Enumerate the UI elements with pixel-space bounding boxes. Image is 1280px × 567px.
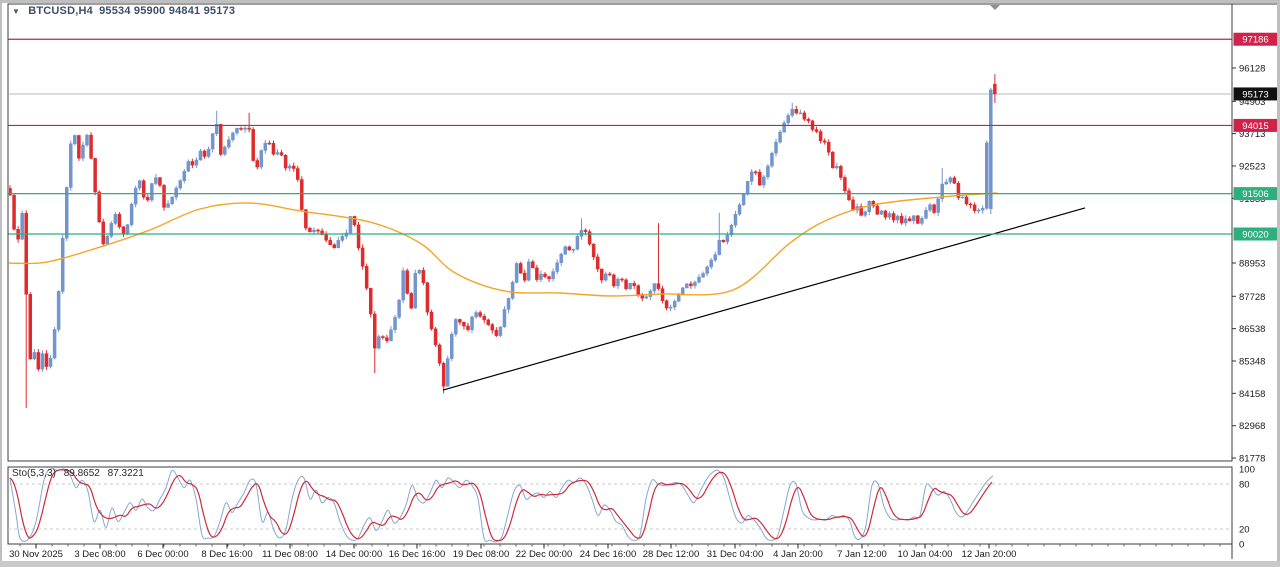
price-tick-label: 81778 (1239, 454, 1265, 465)
price-tick-label: 82968 (1239, 421, 1265, 432)
window-frame-left (0, 0, 2, 561)
price-badge-label: 95173 (1242, 89, 1268, 100)
price-badge-label: 90020 (1242, 230, 1268, 241)
date-label: 6 Dec 00:00 (137, 549, 188, 560)
price-tick-label: 96128 (1239, 63, 1265, 74)
date-label: 16 Dec 16:00 (389, 549, 446, 560)
date-label: 30 Nov 2025 (9, 549, 63, 560)
date-label: 19 Dec 08:00 (453, 549, 510, 560)
price-badge-label: 97186 (1242, 35, 1268, 46)
main-chart-plot[interactable] (8, 4, 1232, 461)
stochastic-level-label: 80 (1239, 480, 1250, 491)
stochastic-signal-value: 87.3221 (107, 468, 144, 479)
date-label: 7 Jan 12:00 (837, 549, 887, 560)
price-tick-label: 86538 (1239, 324, 1265, 335)
date-label: 14 Dec 00:00 (326, 549, 383, 560)
window-frame-top (0, 0, 1280, 3)
stochastic-level-label: 20 (1239, 525, 1250, 536)
price-tick-label: 88953 (1239, 259, 1265, 270)
chart-legend: ▼ BTCUSD,H4 95534 95900 94841 95173 (12, 5, 235, 17)
date-label: 24 Dec 16:00 (580, 549, 637, 560)
legend-ohlc-values: 95534 95900 94841 95173 (99, 5, 236, 17)
legend-symbol-period: BTCUSD,H4 (28, 5, 93, 17)
price-badge-label: 94015 (1242, 121, 1268, 132)
date-label: 10 Jan 04:00 (898, 549, 953, 560)
date-label: 4 Jan 20:00 (773, 549, 823, 560)
price-tick-label: 85348 (1239, 356, 1265, 367)
date-label: 11 Dec 08:00 (262, 549, 318, 560)
stochastic-main-value: 89.8652 (63, 468, 100, 479)
date-label: 12 Jan 20:00 (962, 549, 1017, 560)
stochastic-label: Sto(5,3,3) 89.8652 87.3221 (12, 468, 149, 479)
date-label: 3 Dec 08:00 (74, 549, 125, 560)
date-label: 22 Dec 00:00 (516, 549, 573, 560)
price-badge-label: 91506 (1242, 189, 1268, 200)
stochastic-level-label: 0 (1239, 540, 1244, 551)
trading-platform-window: { "window": { "symbol_period": "BTCUSD,H… (0, 0, 1280, 567)
symbol-dropdown-icon[interactable]: ▼ (12, 7, 20, 16)
chart-canvas: 9612894903937139252391333889538772886538… (7, 3, 1278, 560)
date-label: 28 Dec 12:00 (643, 549, 700, 560)
price-tick-label: 84158 (1239, 389, 1265, 400)
date-label: 31 Dec 04:00 (707, 549, 764, 560)
price-axis[interactable] (1232, 4, 1277, 559)
stochastic-name: Sto(5,3,3) (12, 468, 56, 479)
stochastic-plot[interactable] (8, 467, 1232, 544)
price-tick-label: 87728 (1239, 292, 1265, 303)
price-tick-label: 92523 (1239, 161, 1265, 172)
stochastic-level-label: 100 (1239, 465, 1255, 476)
date-label: 8 Dec 16:00 (201, 549, 252, 560)
window-frame-bottom (0, 561, 1280, 567)
